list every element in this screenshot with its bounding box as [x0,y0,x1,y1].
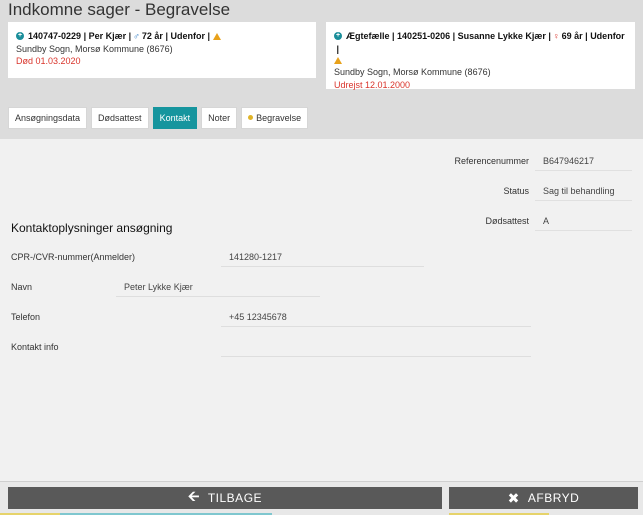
reference-label: Referencenummer [454,156,529,166]
tab-bar: Ansøgningsdata Dødsattest Kontakt Noter … [8,107,309,129]
deceased-parish: Sundby Sogn, Morsø Kommune (8676) [16,43,173,54]
case-header: Indkomne sager - Begravelse + 140747-022… [0,0,643,139]
section-title: Kontaktoplysninger ansøgning [11,221,173,235]
tab-begravelse[interactable]: Begravelse [241,107,309,129]
spouse-parish: Sundby Sogn, Morsø Kommune (8676) [334,67,491,77]
back-button[interactable]: 🡨 TILBAGE [8,487,442,509]
phone-field[interactable]: +45 12345678 [221,307,531,327]
deceased-age: 72 år [141,31,163,41]
status-dot-icon [248,115,254,120]
spouse-card: + Ægtefælle | 140251-0206 | Susanne Lykk… [326,22,635,90]
spouse-relation: Ægtefælle [346,31,390,41]
tab-begravelse-label: Begravelse [256,113,302,123]
female-icon: ♀ [552,31,560,41]
arrow-left-icon: 🡨 [187,488,200,504]
warning-icon [213,32,221,40]
page-title: Indkomne sager - Begravelse [8,0,231,19]
deceased-card: + 140747-0229 | Per Kjær | ♂ 72 år | Ude… [8,22,316,78]
cancel-button[interactable]: ✖ AFBRYD [449,487,638,509]
deceased-name: Per Kjær [88,31,127,41]
death-cert-value: A [535,211,632,231]
back-button-label: TILBAGE [207,491,263,505]
male-icon: ♂ [133,31,140,41]
tab-kontakt[interactable]: Kontakt [152,107,198,129]
cancel-button-label: AFBRYD [527,491,580,505]
name-label: Navn [11,282,33,292]
spouse-cpr: 140251-0206 [397,31,451,41]
cpr-label: CPR-/CVR-nummer(Anmelder) [11,252,136,262]
spouse-age: 69 år [561,31,583,41]
status-value: Sag til behandling [535,181,632,201]
tab-ansogningsdata[interactable]: Ansøgningsdata [8,107,88,129]
tab-noter[interactable]: Noter [201,107,238,129]
phone-label: Telefon [11,312,41,322]
deceased-summary: + 140747-0229 | Per Kjær | ♂ 72 år | Ude… [16,30,308,43]
deceased-status-line: Død 01.03.2020 [16,56,81,66]
close-icon: ✖ [507,489,520,506]
expand-icon[interactable]: + [334,32,342,41]
cpr-field[interactable]: 141280-1217 [221,247,424,267]
spouse-status-line: Udrejst 12.01.2000 [334,79,411,90]
deceased-location-status: Udenfor [170,31,205,41]
contact-info-field[interactable] [221,337,531,357]
deceased-cpr: 140747-0229 [28,31,82,41]
warning-icon [334,57,342,64]
tab-dodsattest[interactable]: Dødsattest [91,107,149,129]
spouse-location-status: Udenfor [590,31,625,41]
death-cert-label: Dødsattest [485,216,529,226]
reference-value: B647946217 [535,151,632,171]
spouse-name: Susanne Lykke Kjær [457,31,546,41]
name-field[interactable]: Peter Lykke Kjær [116,277,320,297]
status-label: Status [503,186,529,196]
expand-icon[interactable]: + [16,32,24,41]
contact-info-label: Kontakt info [11,342,59,352]
spouse-summary: + Ægtefælle | 140251-0206 | Susanne Lykk… [334,31,625,54]
